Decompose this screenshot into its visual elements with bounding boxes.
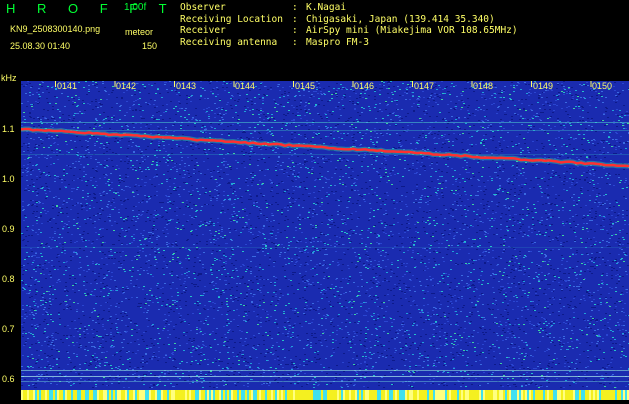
y-tick-label: 0.9: [2, 224, 15, 234]
spectrogram-canvas: [20, 81, 629, 400]
info-row-location: Receiving Location: Chigasaki, Japan (139…: [180, 14, 518, 26]
x-tick-label: 0141: [57, 81, 78, 91]
y-tick-label: 0.8: [2, 274, 15, 284]
y-tick-label: 1.0: [2, 174, 15, 184]
y-tick-label: 0.7: [2, 324, 15, 334]
info-row-receiver: Receiver: AirSpy mini (Miakejima VOR 108.…: [180, 25, 518, 37]
app-title: H R O F F T: [6, 1, 176, 16]
info-key: Receiving antenna: [180, 36, 278, 48]
detection-count: 150: [142, 41, 158, 51]
info-separator: :: [292, 2, 298, 13]
station-info: Observer: K.Nagai Receiving Location: Chig…: [180, 2, 518, 48]
info-key: Receiver: [180, 25, 226, 36]
info-separator: :: [292, 25, 298, 36]
spectrogram: [20, 81, 629, 400]
app-version: 1.00f: [124, 2, 147, 13]
info-value: K.Nagai: [306, 2, 347, 13]
x-tick-label: 0149: [533, 81, 554, 91]
x-tick-label: 0143: [176, 81, 197, 91]
x-tick-label: 0148: [473, 81, 494, 91]
y-tick-label: 1.1: [2, 124, 15, 134]
info-separator: :: [292, 13, 298, 25]
x-tick-label: 0146: [354, 81, 375, 91]
detection-mode: meteor: [125, 27, 154, 37]
info-key: Receiving Location: [180, 13, 283, 25]
x-tick-label: 0142: [116, 81, 137, 91]
baseband-strip: [21, 390, 629, 400]
info-row-observer: Observer: K.Nagai: [180, 2, 518, 14]
capture-datetime: 25.08.30 01:40: [10, 41, 71, 51]
info-value: Chigasaki, Japan (139.414 35.340): [306, 13, 495, 25]
y-tick-label: 0.6: [2, 374, 15, 384]
x-tick-label: 0145: [295, 81, 316, 91]
info-row-antenna: Receiving antenna: Maspro FM-3: [180, 37, 518, 49]
y-axis-unit: kHz: [1, 73, 17, 83]
info-key: Observer: [180, 2, 226, 13]
info-separator: :: [292, 36, 298, 48]
info-value: AirSpy mini (Miakejima VOR 108.65MHz): [306, 25, 518, 36]
image-filename: KN9_2508300140.png: [10, 24, 101, 34]
x-tick-label: 0144: [235, 81, 256, 91]
info-value: Maspro FM-3: [306, 36, 369, 48]
x-tick-label: 0150: [592, 81, 613, 91]
x-tick-label: 0147: [414, 81, 435, 91]
